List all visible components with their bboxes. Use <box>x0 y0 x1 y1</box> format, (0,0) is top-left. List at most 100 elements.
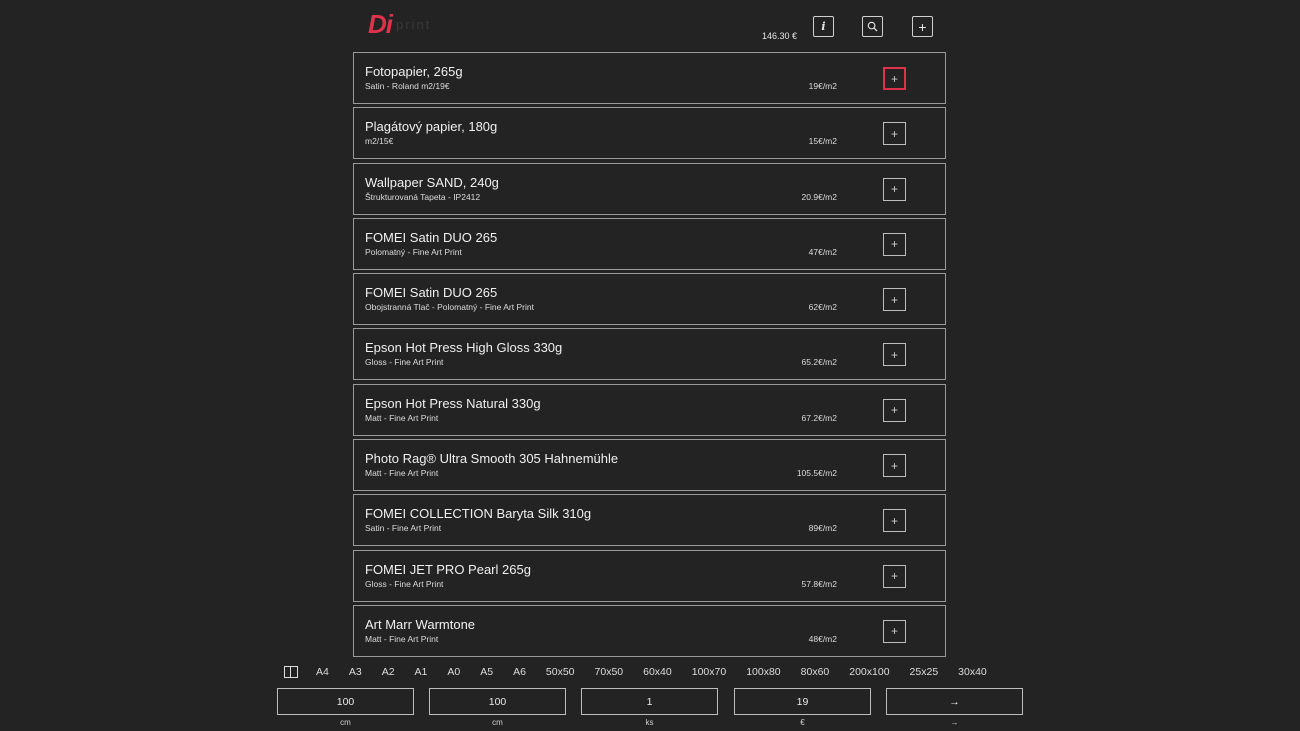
product-list[interactable]: Fotopapier, 265g Satin - Roland m2/19€ 19€… <box>353 52 946 657</box>
add-product-button[interactable]: + <box>883 398 906 422</box>
plus-icon: + <box>918 18 927 35</box>
add-product-button[interactable]: + <box>883 509 906 533</box>
submit-field-group: → → <box>886 688 1023 727</box>
product-item[interactable]: FOMEI Satin DUO 265 Obojstranná Tlač - Po… <box>353 273 946 326</box>
width-input[interactable] <box>277 688 414 715</box>
info-button[interactable]: i <box>813 16 834 37</box>
product-item[interactable]: Photo Rag® Ultra Smooth 305 Hahnemühle Ma… <box>353 439 946 492</box>
product-title: FOMEI COLLECTION Baryta Silk 310g <box>365 506 592 522</box>
product-item[interactable]: Epson Hot Press Natural 330g Matt - Fine … <box>353 383 946 436</box>
add-product-button[interactable]: + <box>883 122 906 146</box>
add-product-button[interactable]: + <box>883 454 906 478</box>
app-root: Di print 146.30 € i + Fotopapier, 265g Sa… <box>0 0 1300 731</box>
size-preset[interactable]: A5 <box>480 666 493 678</box>
product-price: 62€/m2 <box>808 302 837 313</box>
size-preset[interactable]: A3 <box>349 666 362 678</box>
product-title: FOMEI JET PRO Pearl 265g <box>365 561 531 577</box>
product-title: FOMEI Satin DUO 265 <box>365 285 498 301</box>
size-preset[interactable]: 200x100 <box>849 666 889 678</box>
product-price: 57.8€/m2 <box>801 578 837 589</box>
logo-text: print <box>396 16 432 32</box>
product-price: 105.5€/m2 <box>796 468 837 479</box>
price-input[interactable] <box>734 688 871 715</box>
product-item[interactable]: FOMEI JET PRO Pearl 265g Gloss - Fine Art… <box>353 549 946 602</box>
product-title: Art Marr Warmtone <box>365 616 476 632</box>
orientation-toggle-icon[interactable] <box>284 666 298 678</box>
plus-icon: + <box>890 624 898 639</box>
submit-unit: → <box>950 718 959 727</box>
product-item[interactable]: FOMEI COLLECTION Baryta Silk 310g Satin -… <box>353 494 946 547</box>
size-preset[interactable]: 70x50 <box>595 666 624 678</box>
width-unit: cm <box>340 718 351 727</box>
plus-icon: + <box>890 292 898 307</box>
add-product-button[interactable]: + <box>883 619 906 643</box>
product-subtitle: Matt - Fine Art Print <box>365 412 439 423</box>
size-preset[interactable]: A1 <box>415 666 428 678</box>
dimension-inputs: cm cm ks € → → <box>277 688 1023 728</box>
info-icon: i <box>821 20 826 33</box>
product-price: 15€/m2 <box>808 136 837 147</box>
plus-icon: + <box>890 126 898 141</box>
product-title: Fotopapier, 265g <box>365 64 463 79</box>
size-preset[interactable]: 25x25 <box>910 666 939 678</box>
product-subtitle: Štrukturovaná Tapeta - IP2412 <box>365 191 481 202</box>
size-preset[interactable]: A0 <box>447 666 460 678</box>
size-preset[interactable]: 50x50 <box>546 666 575 678</box>
size-preset[interactable]: 60x40 <box>643 666 672 678</box>
plus-icon: + <box>890 403 898 418</box>
size-preset[interactable]: 80x60 <box>801 666 830 678</box>
add-product-button[interactable]: + <box>883 177 906 201</box>
plus-icon: + <box>890 569 898 584</box>
product-subtitle: Matt - Fine Art Print <box>365 468 439 479</box>
product-item[interactable]: Plagátový papier, 180g m2/15€ 15€/m2 + <box>353 107 946 160</box>
quantity-field-group: ks <box>581 688 718 727</box>
product-subtitle: Gloss - Fine Art Print <box>365 357 444 368</box>
submit-arrow-button[interactable]: → <box>886 688 1023 715</box>
size-preset[interactable]: A4 <box>316 666 329 678</box>
product-price: 65.2€/m2 <box>801 357 837 368</box>
product-subtitle: m2/15€ <box>365 136 394 147</box>
product-subtitle: Satin - Roland m2/19€ <box>365 81 450 91</box>
add-product-button[interactable]: + <box>883 343 906 367</box>
price-field-group: € <box>734 688 871 727</box>
product-item[interactable]: Wallpaper SAND, 240g Štrukturovaná Tapeta… <box>353 162 946 215</box>
search-button[interactable] <box>862 16 883 37</box>
product-subtitle: Polomatný - Fine Art Print <box>365 246 462 257</box>
product-item[interactable]: FOMEI Satin DUO 265 Polomatný - Fine Art … <box>353 217 946 270</box>
size-preset[interactable]: A6 <box>513 666 526 678</box>
product-price: 48€/m2 <box>808 633 837 644</box>
product-item[interactable]: Epson Hot Press High Gloss 330g Gloss - F… <box>353 328 946 381</box>
product-title: Wallpaper SAND, 240g <box>365 174 499 190</box>
product-price: 47€/m2 <box>808 246 837 257</box>
cart-total: 146.30 € <box>762 31 798 41</box>
plus-icon: + <box>890 458 898 473</box>
product-price: 20.9€/m2 <box>801 191 837 202</box>
quantity-unit: ks <box>645 718 654 727</box>
product-title: Plagátový papier, 180g <box>365 119 498 135</box>
size-presets: A4 A3 A2 A1 A0 A5 A6 50x50 70x50 60x40 100x70 100x8… <box>284 664 987 680</box>
add-product-button[interactable]: + <box>883 232 906 256</box>
size-preset[interactable]: 100x80 <box>746 666 780 678</box>
quantity-input[interactable] <box>581 688 718 715</box>
add-button[interactable]: + <box>912 16 933 37</box>
product-price: 19€/m2 <box>808 81 837 91</box>
product-subtitle: Gloss - Fine Art Print <box>365 578 444 589</box>
plus-icon: + <box>890 237 898 252</box>
price-unit: € <box>800 718 805 727</box>
product-subtitle: Matt - Fine Art Print <box>365 633 439 644</box>
size-preset[interactable]: 30x40 <box>958 666 987 678</box>
product-item[interactable]: Art Marr Warmtone Matt - Fine Art Print 48… <box>353 604 946 657</box>
height-field-group: cm <box>429 688 566 727</box>
search-icon <box>867 21 878 32</box>
add-product-button[interactable]: + <box>883 67 906 90</box>
plus-icon: + <box>890 347 898 362</box>
product-subtitle: Satin - Fine Art Print <box>365 523 442 534</box>
product-item[interactable]: Fotopapier, 265g Satin - Roland m2/19€ 19€… <box>353 52 946 104</box>
logo[interactable]: Di print <box>368 9 432 39</box>
height-input[interactable] <box>429 688 566 715</box>
add-product-button[interactable]: + <box>883 564 906 588</box>
plus-icon: + <box>890 513 898 528</box>
size-preset[interactable]: A2 <box>382 666 395 678</box>
size-preset[interactable]: 100x70 <box>692 666 726 678</box>
add-product-button[interactable]: + <box>883 288 906 312</box>
